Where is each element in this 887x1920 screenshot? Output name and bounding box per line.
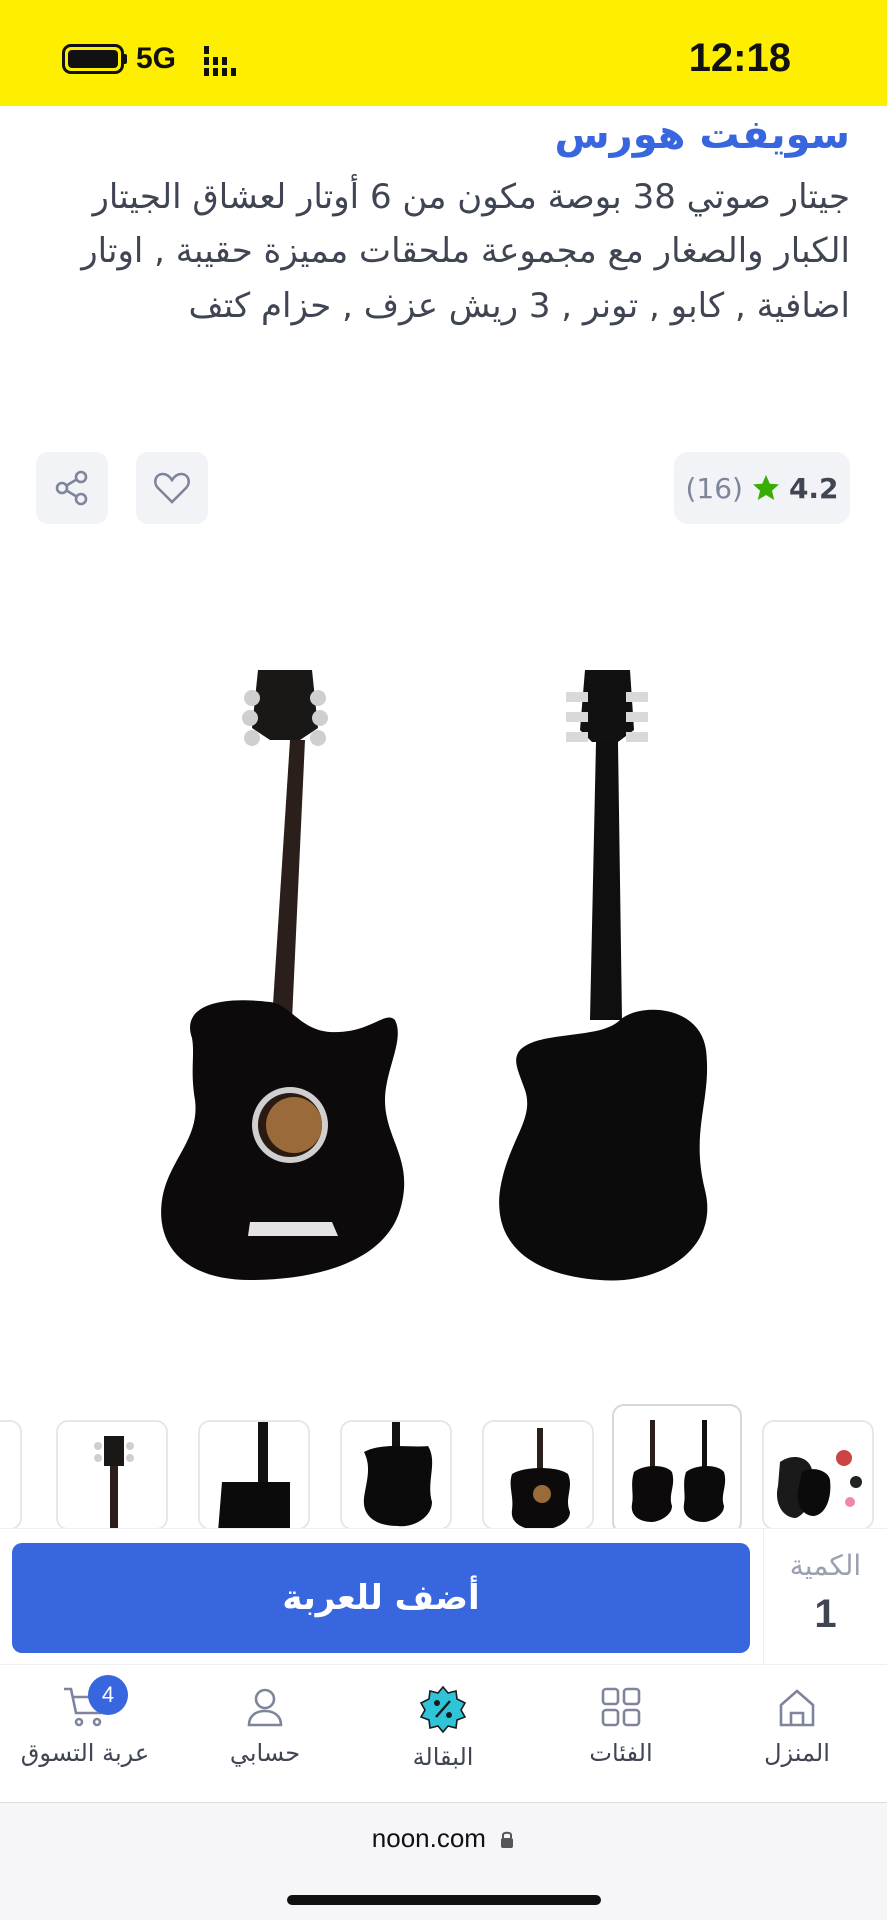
thumbnail[interactable] (762, 1420, 874, 1528)
nav-categories-label: الفئات (589, 1739, 653, 1767)
status-time: 12:18 (688, 36, 791, 80)
rating-summary[interactable]: (16) 4.2 (674, 452, 850, 524)
nav-cart-label: عربة التسوق (20, 1739, 150, 1767)
product-title: جيتار صوتي 38 بوصة مكون من 6 أوتار لعشاق… (81, 177, 850, 326)
home-icon (779, 1689, 815, 1727)
thumbnail-selected[interactable] (612, 1404, 742, 1528)
nav-account-label: حسابي (229, 1739, 301, 1767)
grid-icon (601, 1687, 641, 1727)
quantity-value[interactable]: 1 (764, 1592, 887, 1637)
rating-value: 4.2 (788, 471, 839, 505)
thumbnail[interactable] (0, 1420, 22, 1528)
thumbnail-strip[interactable] (0, 1400, 887, 1528)
share-button[interactable] (36, 452, 108, 524)
nav-cart[interactable]: 4 عربة التسوق (0, 1675, 170, 1785)
heart-icon (153, 472, 191, 504)
nav-categories[interactable]: الفئات (536, 1685, 706, 1785)
product-brand-link[interactable]: سويفت هورس (554, 112, 850, 158)
thumbnail[interactable] (198, 1420, 310, 1528)
nav-grocery[interactable]: البقالة (358, 1685, 528, 1785)
thumbnail[interactable] (56, 1420, 168, 1528)
signal-icon (204, 46, 236, 76)
status-bar: 5G 12:18 (0, 0, 887, 106)
url-text[interactable]: noon.com (0, 1823, 887, 1854)
guitar-front-image (161, 670, 405, 1280)
add-to-cart-bar: أضف للعربة الكمية 1 (0, 1528, 887, 1665)
nav-account[interactable]: حسابي (180, 1685, 350, 1785)
guitar-back-image (499, 670, 708, 1281)
share-icon (55, 470, 88, 506)
browser-url-bar[interactable]: noon.com (0, 1802, 887, 1920)
bottom-navigation: 4 عربة التسوق حسابي البقالة الفئات المنز… (0, 1664, 887, 1802)
nav-grocery-label: البقالة (412, 1743, 474, 1771)
battery-icon (62, 44, 127, 74)
url-domain: noon.com (371, 1823, 486, 1853)
network-type: 5G (136, 42, 177, 75)
cart-count-badge: 4 (88, 1675, 128, 1715)
product-main-image[interactable] (0, 600, 887, 1360)
quantity-selector[interactable]: الكمية 1 (763, 1529, 887, 1665)
star-icon (752, 475, 779, 500)
lock-icon (501, 1831, 514, 1848)
quantity-label: الكمية (789, 1549, 862, 1582)
thumbnail[interactable] (340, 1420, 452, 1528)
nav-home-label: المنزل (764, 1739, 830, 1767)
thumbnail[interactable] (482, 1420, 594, 1528)
wishlist-button[interactable] (136, 452, 208, 524)
user-icon (247, 1688, 283, 1727)
review-count: (16) (685, 471, 743, 505)
home-indicator (287, 1895, 601, 1905)
add-to-cart-button[interactable]: أضف للعربة (12, 1543, 750, 1653)
grocery-percent-icon (419, 1685, 467, 1733)
nav-home[interactable]: المنزل (712, 1685, 882, 1785)
